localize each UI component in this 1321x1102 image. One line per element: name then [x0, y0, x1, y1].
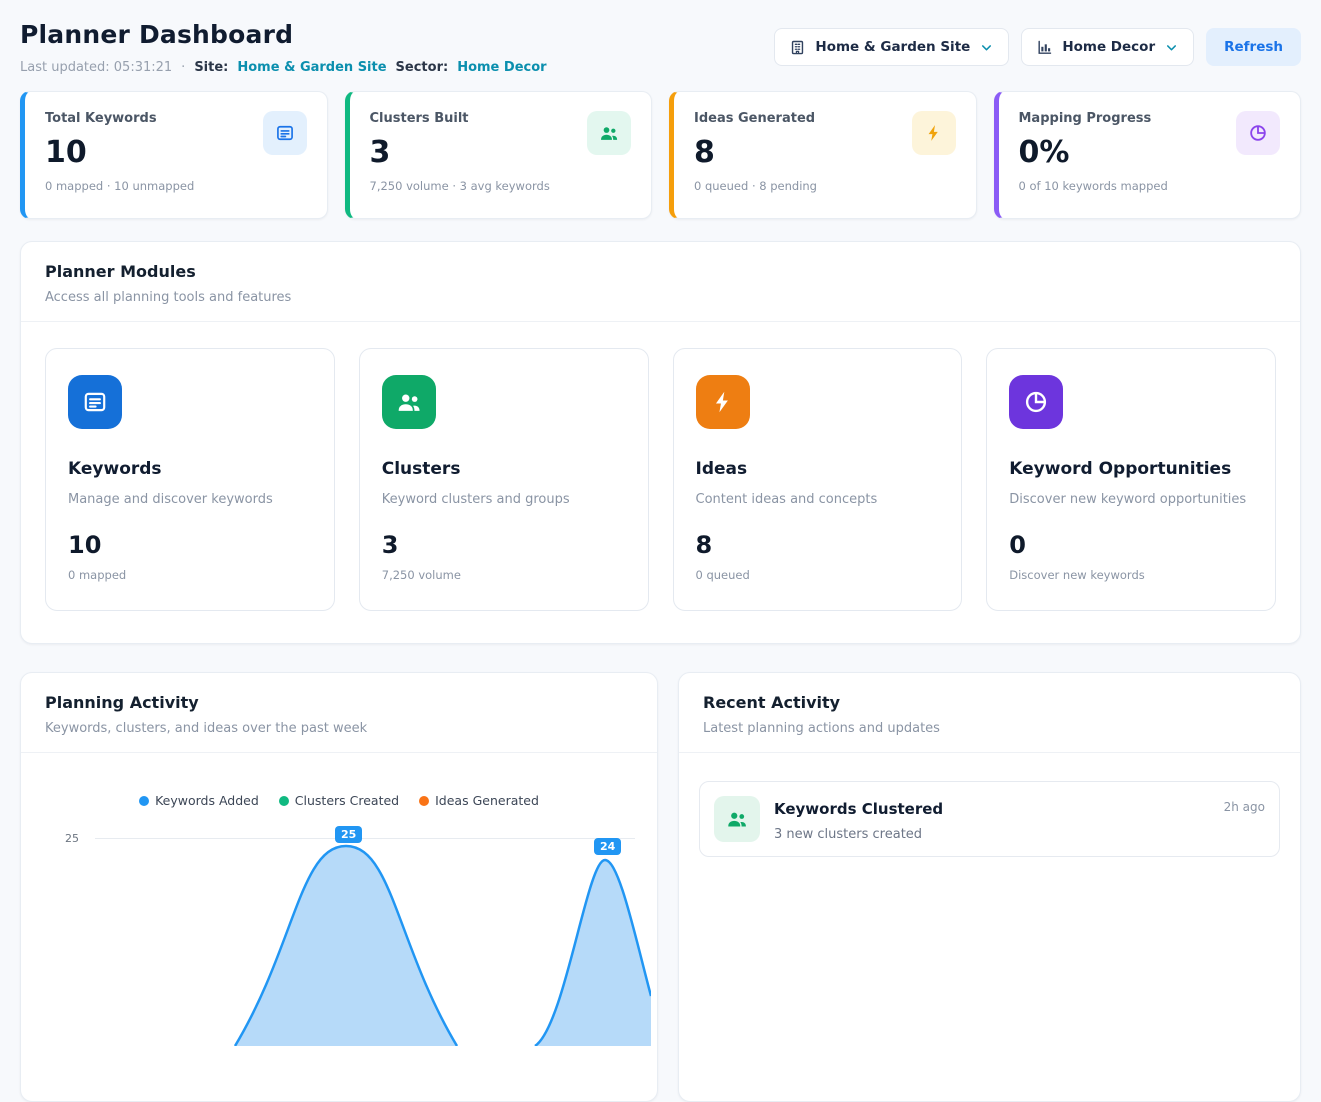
last-updated-text: Last updated: 05:31:21	[20, 60, 172, 75]
bolt-icon	[912, 111, 956, 155]
divider	[21, 752, 657, 753]
stat-card-ideas-generated: Ideas Generated 8 0 queued · 8 pending	[669, 91, 977, 219]
stats-row: Total Keywords 10 0 mapped · 10 unmapped…	[20, 91, 1301, 219]
module-description: Manage and discover keywords	[68, 492, 312, 507]
bar-chart-icon	[1036, 39, 1053, 56]
activity-item-title: Keywords Clustered	[774, 800, 1210, 818]
recent-activity-header: Recent Activity Latest planning actions …	[679, 673, 1300, 752]
module-subtitle: 0 queued	[696, 568, 940, 582]
bolt-icon	[696, 375, 750, 429]
module-card-ideas[interactable]: Ideas Content ideas and concepts 8 0 que…	[673, 348, 963, 611]
users-icon	[382, 375, 436, 429]
recent-activity-panel: Recent Activity Latest planning actions …	[678, 672, 1301, 1102]
module-title: Ideas	[696, 459, 940, 479]
legend-dot-icon	[279, 796, 289, 806]
legend-dot-icon	[139, 796, 149, 806]
sector-link[interactable]: Home Decor	[457, 60, 546, 75]
legend-item-keywords-added: Keywords Added	[139, 793, 259, 808]
section-title: Recent Activity	[703, 693, 1276, 712]
bottom-row: Planning Activity Keywords, clusters, an…	[20, 672, 1301, 1102]
stat-subtitle: 7,250 volume · 3 avg keywords	[370, 179, 632, 193]
section-title: Planner Modules	[45, 262, 1276, 281]
header-controls: Home & Garden Site Home Decor Refresh	[774, 28, 1301, 66]
document-icon	[68, 375, 122, 429]
users-icon	[714, 796, 760, 842]
refresh-button[interactable]: Refresh	[1206, 28, 1301, 66]
activity-item-timestamp: 2h ago	[1224, 796, 1265, 814]
module-card-keywords[interactable]: Keywords Manage and discover keywords 10…	[45, 348, 335, 611]
module-subtitle: 7,250 volume	[382, 568, 626, 582]
section-subtitle: Keywords, clusters, and ideas over the p…	[45, 721, 633, 736]
legend-dot-icon	[419, 796, 429, 806]
section-subtitle: Latest planning actions and updates	[703, 721, 1276, 736]
module-title: Keyword Opportunities	[1009, 459, 1253, 479]
modules-grid: Keywords Manage and discover keywords 10…	[21, 322, 1300, 643]
module-title: Keywords	[68, 459, 312, 479]
activity-area-chart	[95, 826, 651, 1046]
y-axis-tick: 25	[51, 832, 79, 845]
module-subtitle: Discover new keywords	[1009, 568, 1253, 582]
activity-item-body: Keywords Clustered 3 new clusters create…	[774, 796, 1210, 842]
module-value: 8	[696, 531, 940, 559]
chart-legend: Keywords Added Clusters Created Ideas Ge…	[21, 793, 657, 808]
meta-separator: ·	[181, 60, 185, 75]
legend-item-clusters-created: Clusters Created	[279, 793, 399, 808]
module-value: 0	[1009, 531, 1253, 559]
module-description: Discover new keyword opportunities	[1009, 492, 1253, 507]
planning-activity-header: Planning Activity Keywords, clusters, an…	[21, 673, 657, 752]
module-value: 10	[68, 531, 312, 559]
site-selector-dropdown[interactable]: Home & Garden Site	[774, 28, 1009, 66]
activity-list-item: Keywords Clustered 3 new clusters create…	[699, 781, 1280, 857]
chevron-down-icon	[1164, 40, 1179, 55]
chevron-down-icon	[979, 40, 994, 55]
data-point-badge: 25	[335, 826, 362, 843]
sector-label: Sector:	[396, 60, 449, 75]
stat-card-mapping-progress: Mapping Progress 0% 0 of 10 keywords map…	[994, 91, 1302, 219]
planning-activity-panel: Planning Activity Keywords, clusters, an…	[20, 672, 658, 1102]
legend-label: Clusters Created	[295, 793, 399, 808]
header-left: Planner Dashboard Last updated: 05:31:21…	[20, 20, 547, 75]
site-label: Site:	[194, 60, 228, 75]
page-title: Planner Dashboard	[20, 20, 547, 49]
module-card-clusters[interactable]: Clusters Keyword clusters and groups 3 7…	[359, 348, 649, 611]
legend-item-ideas-generated: Ideas Generated	[419, 793, 539, 808]
sector-selector-dropdown[interactable]: Home Decor	[1021, 28, 1194, 66]
stat-subtitle: 0 of 10 keywords mapped	[1019, 179, 1281, 193]
divider	[679, 752, 1300, 753]
document-icon	[263, 111, 307, 155]
users-icon	[587, 111, 631, 155]
building-icon	[789, 39, 806, 56]
module-description: Keyword clusters and groups	[382, 492, 626, 507]
module-subtitle: 0 mapped	[68, 568, 312, 582]
legend-label: Keywords Added	[155, 793, 259, 808]
module-value: 3	[382, 531, 626, 559]
site-selector-label: Home & Garden Site	[815, 39, 970, 55]
activity-item-description: 3 new clusters created	[774, 827, 1210, 842]
site-link[interactable]: Home & Garden Site	[237, 60, 386, 75]
activity-chart: 25 25 24	[41, 826, 637, 1046]
planner-modules-header: Planner Modules Access all planning tool…	[21, 242, 1300, 321]
header-meta: Last updated: 05:31:21 · Site: Home & Ga…	[20, 60, 547, 75]
module-card-keyword-opportunities[interactable]: Keyword Opportunities Discover new keywo…	[986, 348, 1276, 611]
stat-card-clusters-built: Clusters Built 3 7,250 volume · 3 avg ke…	[345, 91, 653, 219]
module-title: Clusters	[382, 459, 626, 479]
pie-chart-icon	[1009, 375, 1063, 429]
section-title: Planning Activity	[45, 693, 633, 712]
pie-chart-icon	[1236, 111, 1280, 155]
section-subtitle: Access all planning tools and features	[45, 290, 1276, 305]
legend-label: Ideas Generated	[435, 793, 539, 808]
sector-selector-label: Home Decor	[1062, 39, 1155, 55]
stat-subtitle: 0 queued · 8 pending	[694, 179, 956, 193]
planner-dashboard-page: Planner Dashboard Last updated: 05:31:21…	[0, 0, 1321, 1102]
module-description: Content ideas and concepts	[696, 492, 940, 507]
data-point-badge: 24	[594, 838, 621, 855]
stat-card-total-keywords: Total Keywords 10 0 mapped · 10 unmapped	[20, 91, 328, 219]
stat-subtitle: 0 mapped · 10 unmapped	[45, 179, 307, 193]
page-header: Planner Dashboard Last updated: 05:31:21…	[20, 20, 1301, 75]
planner-modules-panel: Planner Modules Access all planning tool…	[20, 241, 1301, 644]
